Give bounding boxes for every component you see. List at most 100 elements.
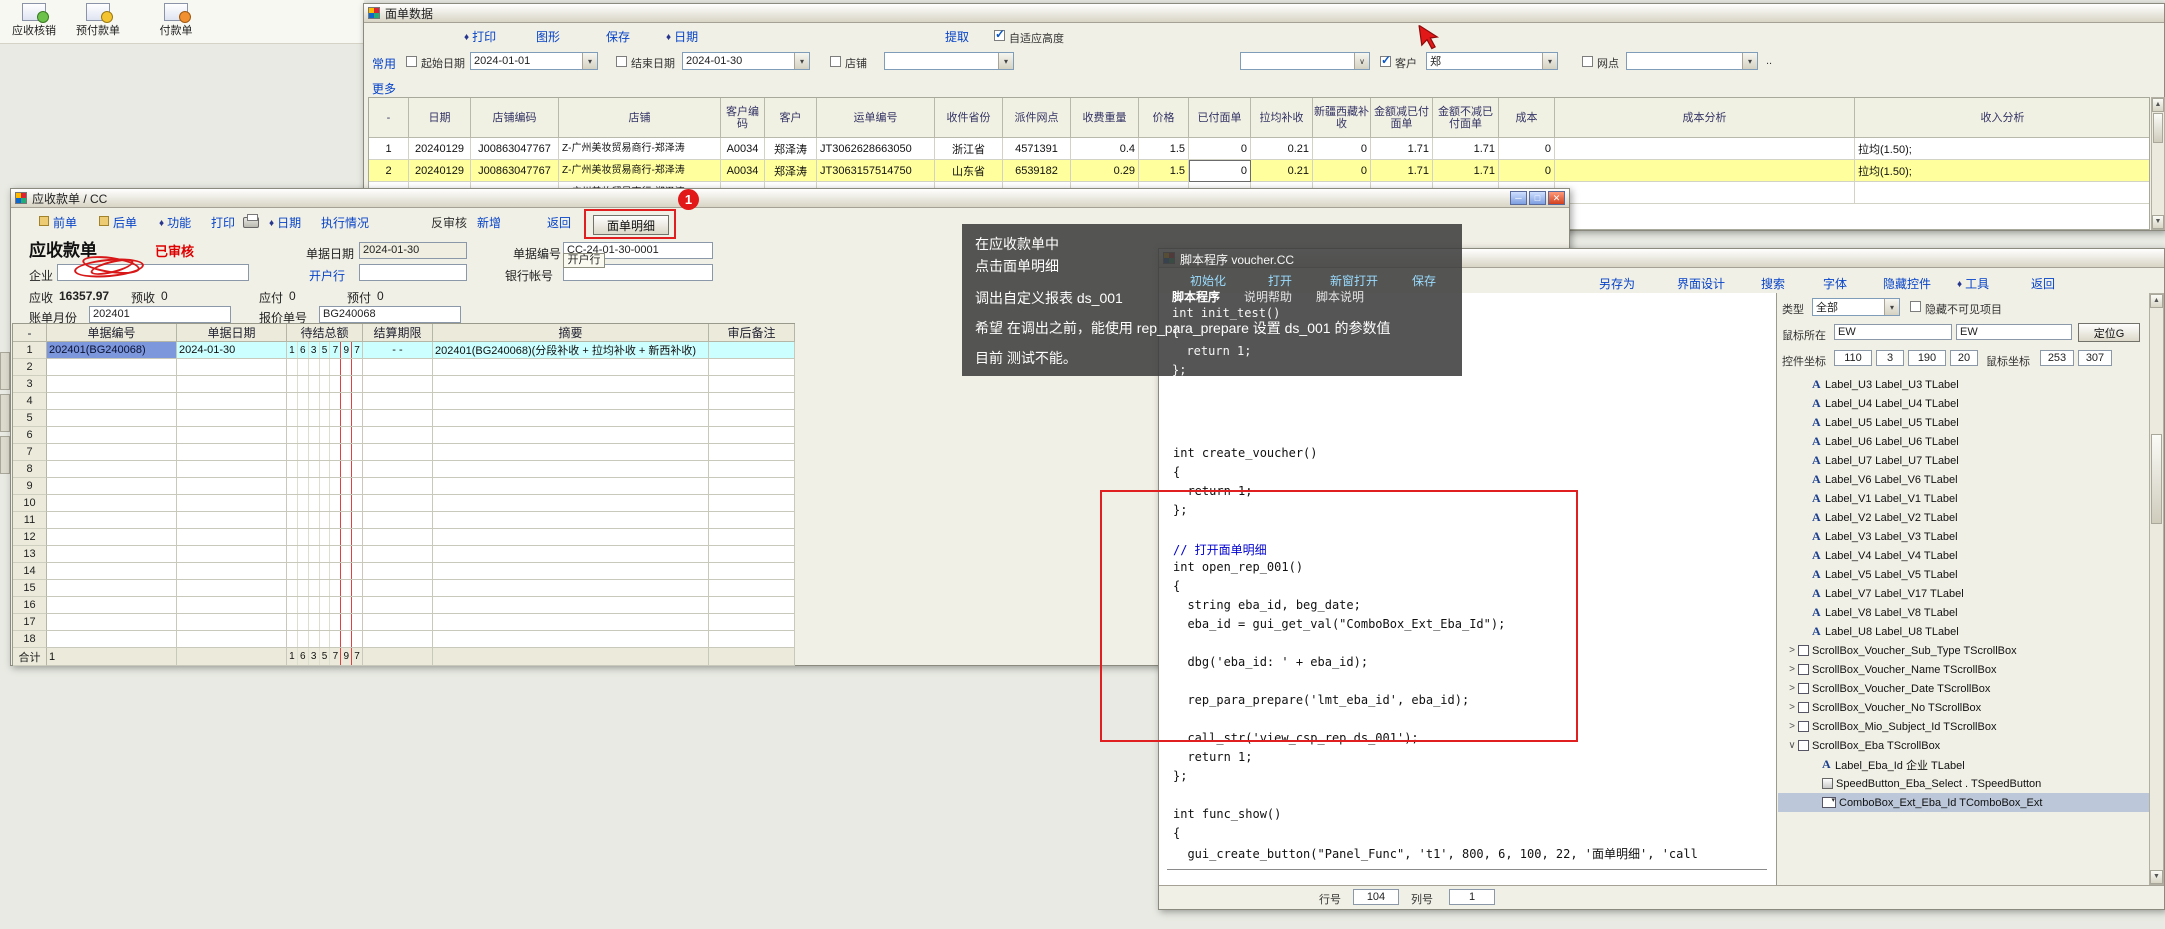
add-button[interactable]: 新增 (477, 214, 501, 231)
maximize-button[interactable]: □ (1529, 191, 1546, 205)
back-button[interactable]: 返回 (547, 214, 571, 231)
print-button[interactable]: 打印 (211, 214, 235, 231)
mouse-in-field-2[interactable]: EW (1956, 324, 2072, 340)
grid-column-header[interactable]: 收件省份 (935, 98, 1003, 138)
tree-item[interactable]: ALabel_V4 Label_V4 TLabel (1778, 546, 2149, 565)
extract-button[interactable]: 提取 (945, 28, 969, 45)
amount-cell[interactable] (287, 478, 363, 495)
bank-field[interactable] (359, 264, 467, 281)
voucher-cell[interactable] (177, 546, 287, 563)
voucher-cell[interactable] (47, 410, 177, 427)
grid-cell[interactable]: 1.5 (1139, 138, 1189, 160)
hide-controls-button[interactable]: 隐藏控件 (1883, 275, 1931, 292)
extra-combo[interactable]: ∨ (1240, 52, 1370, 70)
grid-column-header[interactable]: 成本分析 (1555, 98, 1855, 138)
execution-status-button[interactable]: 执行情况 (321, 214, 369, 231)
back-button[interactable]: 返回 (2031, 275, 2055, 292)
printer-icon[interactable] (243, 217, 259, 228)
grid-column-header[interactable]: 已付面单 (1189, 98, 1251, 138)
voucher-cell[interactable] (433, 461, 709, 478)
tree-item[interactable]: ALabel_U8 Label_U8 TLabel (1778, 622, 2149, 641)
voucher-cell[interactable] (363, 495, 433, 512)
chevron-down-icon[interactable]: ▾ (1542, 53, 1557, 69)
unaudit-button[interactable]: 反审核 (431, 214, 467, 231)
grid-cell[interactable]: 0.21 (1251, 160, 1313, 182)
voucher-cell[interactable] (47, 546, 177, 563)
dock-tab[interactable] (0, 352, 10, 390)
font-button[interactable]: 字体 (1823, 275, 1847, 292)
amount-cell[interactable] (287, 546, 363, 563)
voucher-cell[interactable] (363, 597, 433, 614)
row-number[interactable]: 7 (13, 444, 47, 461)
dock-tab[interactable] (0, 394, 10, 432)
tree-item[interactable]: ComboBox_Ext_Eba_Id TComboBox_Ext (1778, 793, 2149, 812)
tree-item[interactable]: ALabel_V5 Label_V5 TLabel (1778, 565, 2149, 584)
tree-item[interactable]: >ScrollBox_Voucher_Date TScrollBox (1778, 679, 2149, 698)
doc-date-field[interactable]: 2024-01-30 (359, 242, 467, 259)
tree-item[interactable]: ALabel_V8 Label_V8 TLabel (1778, 603, 2149, 622)
save-button[interactable]: 保存 (1412, 272, 1436, 289)
grid-cell[interactable]: 1.5 (1139, 160, 1189, 182)
voucher-cell[interactable] (433, 631, 709, 648)
grid-column-header[interactable]: 成本 (1499, 98, 1555, 138)
amount-cell[interactable] (287, 427, 363, 444)
voucher-cell[interactable] (47, 631, 177, 648)
voucher-column-header[interactable]: 单据编号 (47, 324, 177, 342)
row-number[interactable]: 4 (13, 393, 47, 410)
amount-cell[interactable] (287, 614, 363, 631)
voucher-cell[interactable] (433, 495, 709, 512)
tree-item[interactable]: >ScrollBox_Voucher_Name TScrollBox (1778, 660, 2149, 679)
voucher-cell-summary[interactable]: 202401(BG240068)(分段补收 + 拉均补收 + 新西补收) (433, 342, 709, 359)
voucher-cell[interactable] (433, 614, 709, 631)
voucher-column-header[interactable]: 结算期限 (363, 324, 433, 342)
customer-combo[interactable]: 郑 ▾ (1426, 52, 1558, 70)
toolbar-button-2[interactable]: 预付款单 (70, 3, 126, 38)
grid-column-header[interactable]: 价格 (1139, 98, 1189, 138)
grid-cell[interactable]: J00863047767 (471, 160, 559, 182)
toolbar-button-1[interactable]: 应收核销 (6, 3, 62, 38)
grid-column-header[interactable]: 运单编号 (817, 98, 935, 138)
voucher-cell[interactable] (433, 376, 709, 393)
voucher-cell[interactable] (47, 376, 177, 393)
tree-item[interactable]: SpeedButton_Eba_Select . TSpeedButton (1778, 774, 2149, 793)
voucher-cell[interactable] (709, 597, 795, 614)
voucher-cell[interactable] (709, 546, 795, 563)
voucher-cell[interactable] (177, 427, 287, 444)
voucher-cell[interactable] (363, 631, 433, 648)
grid-column-header[interactable]: 店铺编码 (471, 98, 559, 138)
grid-column-header[interactable]: 收入分析 (1855, 98, 2149, 138)
voucher-cell[interactable] (709, 427, 795, 444)
voucher-cell[interactable] (177, 461, 287, 478)
grid-cell[interactable]: 1 (369, 138, 409, 160)
tree-item[interactable]: ALabel_V2 Label_V2 TLabel (1778, 508, 2149, 527)
row-number[interactable]: 10 (13, 495, 47, 512)
next-voucher-button[interactable]: 后单 (113, 214, 137, 231)
grid-cell[interactable]: 0 (1499, 138, 1555, 160)
init-button[interactable]: 初始化 (1190, 272, 1226, 289)
ellipsis-label[interactable]: .. (1766, 55, 1772, 67)
voucher-cell[interactable] (363, 614, 433, 631)
grid-cell[interactable]: 郑泽涛 (765, 160, 817, 182)
voucher-cell[interactable] (433, 444, 709, 461)
voucher-column-header[interactable]: 审后备注 (709, 324, 795, 342)
voucher-cell[interactable] (363, 529, 433, 546)
tree-item[interactable]: >ScrollBox_Voucher_No TScrollBox (1778, 698, 2149, 717)
voucher-cell[interactable] (433, 359, 709, 376)
voucher-cell[interactable] (177, 563, 287, 580)
amount-cell[interactable]: 1635797 (287, 342, 363, 359)
waybill-scrollbar[interactable]: ▲ ▼ (2151, 97, 2165, 230)
voucher-titlebar[interactable]: 应收款单 / CC ─ □ ✕ (11, 189, 1569, 208)
amount-cell[interactable] (287, 529, 363, 546)
expand-icon[interactable]: > (1786, 702, 1798, 713)
tree-item[interactable]: ALabel_U7 Label_U7 TLabel (1778, 451, 2149, 470)
grid-cell[interactable]: 0 (1189, 160, 1251, 182)
tree-item[interactable]: ∨ScrollBox_Eba TScrollBox (1778, 736, 2149, 755)
grid-cell[interactable]: J00863047767 (471, 138, 559, 160)
dock-tab[interactable] (0, 436, 10, 474)
tree-item[interactable]: >ScrollBox_Mio_Subject_Id TScrollBox (1778, 717, 2149, 736)
chevron-down-icon[interactable]: ▾ (1742, 53, 1757, 69)
grid-column-header[interactable]: 金额不减已付面单 (1433, 98, 1499, 138)
voucher-cell[interactable] (177, 631, 287, 648)
search-button[interactable]: 搜索 (1761, 275, 1785, 292)
voucher-cell[interactable] (47, 614, 177, 631)
